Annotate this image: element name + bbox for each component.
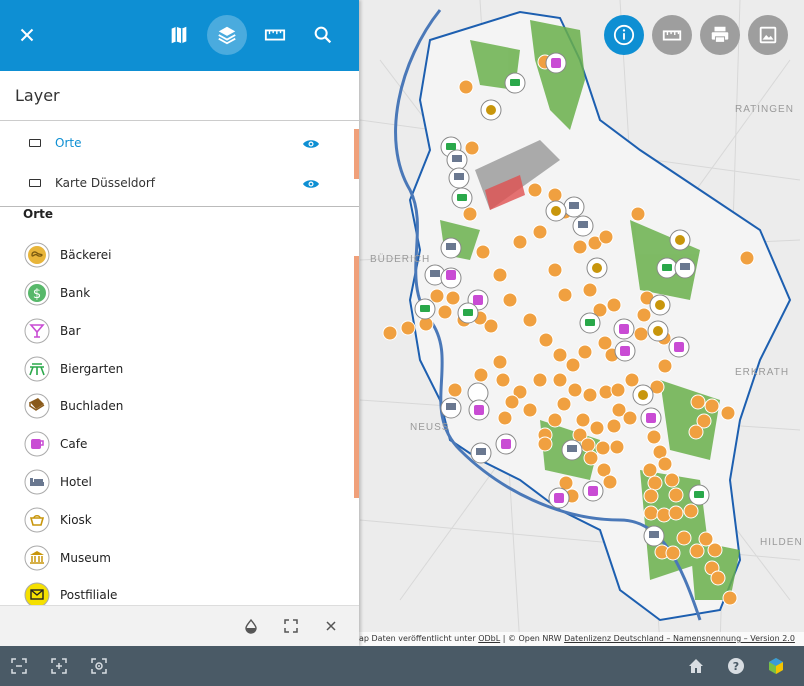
eye-icon[interactable] (302, 138, 320, 150)
layer-toggle-icon[interactable] (29, 139, 41, 147)
legend-label: Museum (60, 551, 111, 565)
legend-label: Bar (60, 324, 81, 338)
bank-icon: $ (24, 280, 50, 306)
legend-label: Buchladen (60, 399, 124, 413)
legend-item: Kiosk (0, 503, 350, 541)
eye-icon[interactable] (302, 178, 320, 190)
cafe-icon (24, 431, 50, 457)
layers-icon (218, 26, 236, 45)
beer-garden-icon (24, 356, 50, 382)
legend-item: Bar (0, 314, 350, 352)
help-icon[interactable]: ? (727, 657, 745, 675)
legend-item: Buchladen (0, 389, 350, 427)
odbl-link[interactable]: ODbL (478, 634, 500, 643)
kiosk-icon (24, 507, 50, 533)
panel-header (0, 0, 359, 71)
map-label-neuss: NEUSS (410, 422, 449, 433)
legend-item: Bäckerei (0, 238, 350, 276)
map-label-hilden: HILDEN (760, 537, 803, 548)
legend-label: Postfiliale (60, 588, 118, 602)
layer-row-karte[interactable]: Karte Düsseldorf (0, 164, 359, 204)
legend-label: Hotel (60, 475, 92, 489)
print-button[interactable] (700, 15, 740, 55)
post-office-icon (24, 582, 50, 605)
map-tab-button[interactable] (159, 17, 199, 53)
bookstore-icon (24, 393, 50, 419)
legend-label: Bäckerei (60, 248, 112, 262)
remove-layer-icon[interactable] (323, 618, 339, 634)
layers-tab-button[interactable] (207, 15, 247, 55)
scroll-indicator[interactable] (354, 129, 359, 179)
legend-item: $ Bank (0, 276, 350, 314)
search-icon (314, 26, 332, 44)
attribution-prefix: ap Daten veröffentlicht unter (359, 634, 479, 643)
info-button[interactable] (604, 15, 644, 55)
info-icon (613, 24, 635, 46)
layer-label: Karte Düsseldorf (55, 176, 156, 190)
layer-list: Orte Karte Düsseldorf (0, 121, 359, 207)
legend-scrollbar[interactable] (354, 256, 359, 498)
map-label-erkrath: ERKRATH (735, 367, 789, 378)
ruler-icon (662, 30, 682, 41)
layer-row-orte[interactable]: Orte (0, 124, 359, 164)
measure-tab-button[interactable] (255, 17, 295, 53)
legend-label: Kiosk (60, 513, 92, 527)
legend-label: Biergarten (60, 362, 124, 376)
layer-panel: Layer Orte Karte Düsseldorf Orte Bäckere… (0, 0, 359, 646)
home-icon[interactable] (687, 657, 705, 675)
legend-item: Museum (0, 541, 350, 579)
export-image-button[interactable] (748, 15, 788, 55)
museum-icon (24, 545, 50, 571)
svg-text:$: $ (33, 287, 41, 302)
app-logo-icon[interactable] (767, 657, 785, 675)
zoom-out-icon[interactable] (10, 657, 28, 675)
map-label-ratingen: RATINGEN (735, 104, 794, 115)
layer-label: Orte (55, 136, 82, 150)
opacity-icon[interactable] (243, 618, 259, 634)
locate-icon[interactable] (90, 657, 108, 675)
zoom-to-extent-icon[interactable] (283, 618, 299, 634)
legend-item: Postfiliale (0, 578, 350, 605)
legend-title: Orte (23, 207, 53, 221)
bar-icon (24, 318, 50, 344)
map-label-buederich: BÜDERICH (370, 253, 430, 265)
bakery-icon (24, 242, 50, 268)
legend-label: Bank (60, 286, 91, 300)
printer-icon (711, 26, 729, 43)
layer-toggle-icon[interactable] (29, 179, 41, 187)
bottom-toolbar: ? (0, 646, 804, 686)
ruler-icon (264, 29, 286, 41)
zoom-in-icon[interactable] (50, 657, 68, 675)
measure-tool-button[interactable] (652, 15, 692, 55)
legend-item: Cafe (0, 427, 350, 465)
legend-item: Biergarten (0, 352, 350, 390)
map-icon (171, 26, 187, 44)
close-panel-button[interactable] (7, 17, 47, 53)
panel-title: Layer (0, 71, 359, 121)
svg-text:?: ? (733, 660, 739, 673)
search-tab-button[interactable] (303, 17, 343, 53)
image-icon (759, 26, 777, 44)
close-icon (20, 28, 34, 42)
legend-item: Hotel (0, 465, 350, 503)
license-link[interactable]: Datenlizenz Deutschland – Namensnennung … (564, 634, 795, 643)
attribution-middle: | © Open NRW (500, 634, 565, 643)
panel-footer (0, 605, 359, 646)
map-attribution: ap Daten veröffentlicht unter ODbL | © O… (359, 632, 804, 646)
legend: Orte Bäckerei $ Bank Bar Biergarten Buch… (0, 207, 359, 605)
legend-label: Cafe (60, 437, 88, 451)
hotel-icon (24, 469, 50, 495)
